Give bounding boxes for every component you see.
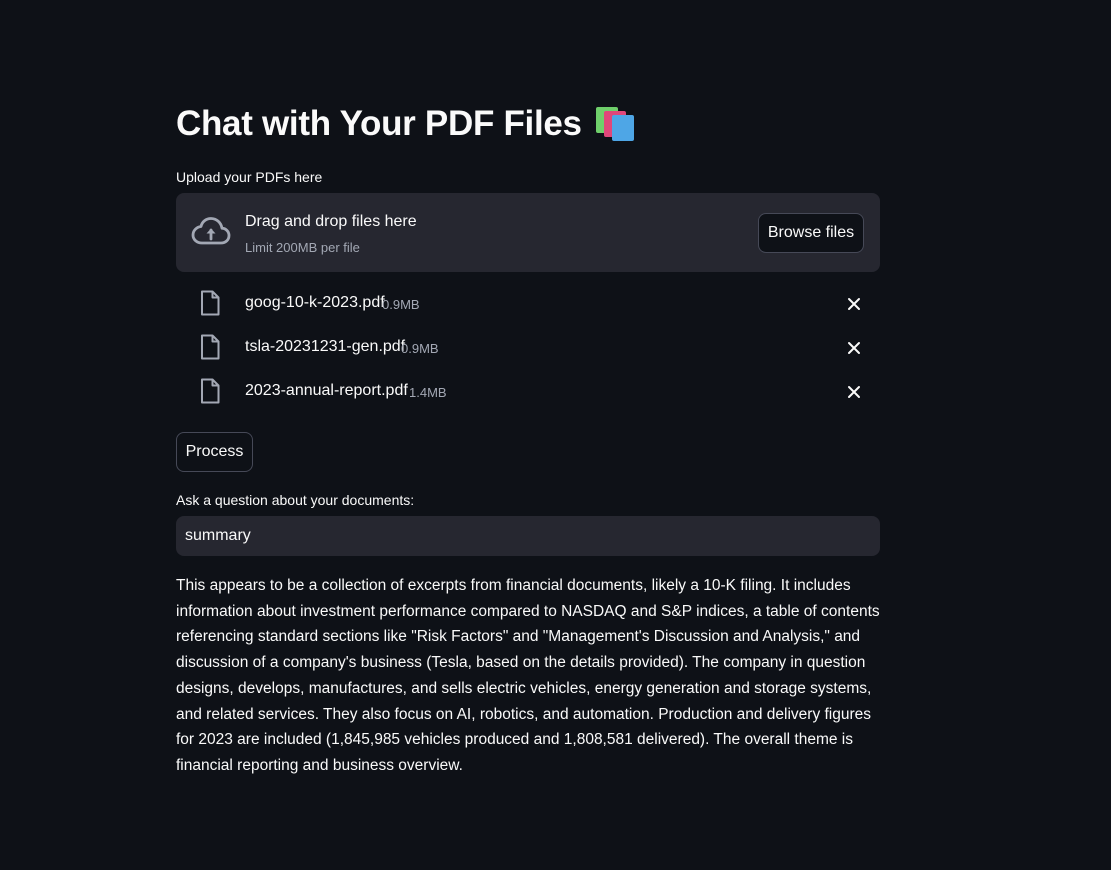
remove-file-close-icon[interactable] <box>844 382 864 402</box>
remove-file-close-icon[interactable] <box>844 338 864 358</box>
page-title: Chat with Your PDF Files <box>176 104 634 144</box>
cloud-upload-icon <box>191 217 231 245</box>
page-title-text: Chat with Your PDF Files <box>176 104 582 143</box>
browse-files-button[interactable]: Browse files <box>758 213 864 253</box>
question-input[interactable] <box>176 516 880 556</box>
file-name: tsla-20231231-gen.pdf <box>245 338 406 355</box>
file-size: 1.4MB <box>409 385 447 400</box>
file-size: 0.9MB <box>401 341 439 356</box>
file-size: 0.9MB <box>382 297 420 312</box>
uploaded-file-row: goog-10-k-2023.pdf 0.9MB <box>176 288 880 320</box>
process-button[interactable]: Process <box>176 432 253 472</box>
upload-label: Upload your PDFs here <box>176 169 323 185</box>
question-label: Ask a question about your documents: <box>176 492 415 508</box>
dropzone-limit: Limit 200MB per file <box>245 240 360 255</box>
uploaded-file-row: tsla-20231231-gen.pdf 0.9MB <box>176 332 880 364</box>
file-dropzone[interactable]: Drag and drop files here Limit 200MB per… <box>176 193 880 272</box>
file-icon <box>201 334 220 360</box>
file-name: goog-10-k-2023.pdf <box>245 294 385 311</box>
file-name: 2023-annual-report.pdf <box>245 382 408 399</box>
file-icon <box>201 378 220 404</box>
books-icon <box>595 107 634 141</box>
book-blue-shape <box>611 115 634 141</box>
dropzone-title: Drag and drop files here <box>245 213 417 230</box>
answer-text: This appears to be a collection of excer… <box>176 577 880 774</box>
remove-file-close-icon[interactable] <box>844 294 864 314</box>
uploaded-file-row: 2023-annual-report.pdf 1.4MB <box>176 376 880 408</box>
file-icon <box>201 290 220 316</box>
